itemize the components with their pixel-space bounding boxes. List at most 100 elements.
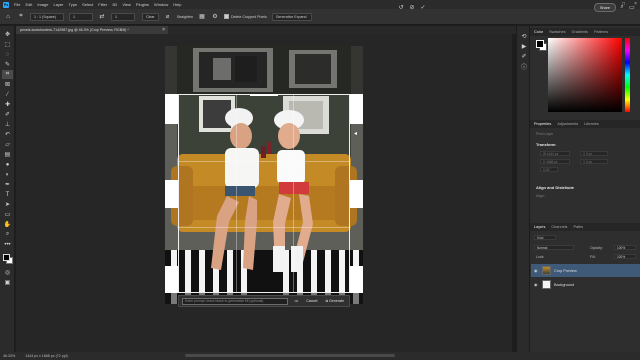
hue-slider[interactable] <box>625 38 630 112</box>
crop-handle-top-left[interactable] <box>165 94 178 124</box>
zoom-level[interactable]: 46.33% <box>3 354 15 358</box>
commit-crop-icon[interactable]: ✓ <box>419 3 427 11</box>
height-field[interactable]: 1 <box>111 12 135 21</box>
transform-height[interactable]: H 1668 px <box>540 159 570 164</box>
workspace-icon[interactable]: ▭ <box>628 3 636 11</box>
foreground-swatch[interactable] <box>536 40 544 48</box>
move-tool-icon[interactable]: ✥ <box>2 30 13 39</box>
brush-settings-icon[interactable]: ✐ <box>520 52 528 60</box>
shape-tool-icon[interactable]: ▭ <box>2 210 13 219</box>
transform-x[interactable]: X 0 px <box>580 151 608 156</box>
tab-paths[interactable]: Paths <box>573 225 583 229</box>
width-field[interactable]: 1 <box>69 12 93 21</box>
dodge-tool-icon[interactable]: ◐ <box>2 170 13 179</box>
tab-layers[interactable]: Layers <box>534 225 545 229</box>
eye-icon[interactable]: ◉ <box>534 282 539 287</box>
more-options-button[interactable]: ••• <box>292 299 300 303</box>
swap-icon[interactable]: ⇄ <box>98 13 106 21</box>
close-tab-icon[interactable]: × <box>162 27 165 33</box>
overlay-grid-icon[interactable]: ▦ <box>198 13 206 21</box>
tab-patterns[interactable]: Patterns <box>594 30 608 34</box>
opacity-field[interactable]: 100% <box>614 245 636 250</box>
quick-mask-icon[interactable]: ◎ <box>2 268 13 277</box>
blur-tool-icon[interactable]: ● <box>2 160 13 169</box>
info-icon[interactable]: ⓘ <box>520 62 528 71</box>
layer-row-background[interactable]: ◉ Background <box>531 278 640 291</box>
crop-handle-bottom-left[interactable] <box>165 266 178 293</box>
menu-3d[interactable]: 3D <box>112 2 117 7</box>
tab-libraries[interactable]: Libraries <box>584 122 599 126</box>
crop-handle-top[interactable] <box>250 94 278 96</box>
search-icon[interactable]: ⌕ <box>618 3 626 11</box>
menu-filter[interactable]: Filter <box>98 2 107 7</box>
screen-mode-icon[interactable]: ▣ <box>2 278 13 287</box>
stamp-tool-icon[interactable]: ⊥ <box>2 120 13 129</box>
menu-type[interactable]: Type <box>69 2 78 7</box>
crop-box[interactable] <box>178 94 350 293</box>
fill-field[interactable]: 100% <box>614 254 636 259</box>
crop-handle-left[interactable] <box>165 180 178 208</box>
straighten-icon[interactable]: ⌀ <box>164 13 172 21</box>
crop-handle-bottom-right[interactable] <box>350 266 363 293</box>
transform-y[interactable]: Y 0 px <box>580 159 608 164</box>
layer-row-crop-preview[interactable]: ◉ Crop Preview <box>531 264 640 277</box>
lasso-tool-icon[interactable]: ◌ <box>2 50 13 59</box>
color-field[interactable] <box>548 38 622 112</box>
foreground-color[interactable] <box>3 254 10 261</box>
menu-file[interactable]: File <box>14 2 20 7</box>
cancel-button[interactable]: Cancel <box>304 299 319 303</box>
blend-mode-select[interactable]: Normal <box>534 245 574 250</box>
generate-button[interactable]: ⧉ Generate <box>323 299 346 303</box>
type-tool-icon[interactable]: T <box>2 190 13 199</box>
transform-title[interactable]: Transform <box>536 142 556 147</box>
marquee-tool-icon[interactable]: ⬚ <box>2 40 13 49</box>
gradient-tool-icon[interactable]: ▤ <box>2 150 13 159</box>
tab-properties[interactable]: Properties <box>534 122 551 126</box>
crop-handle-top-right[interactable] <box>350 94 363 124</box>
eraser-tool-icon[interactable]: ▱ <box>2 140 13 149</box>
fill-mode-select[interactable]: Generative Expand <box>271 12 312 21</box>
crop-handle-right[interactable] <box>350 180 363 208</box>
zoom-tool-icon[interactable]: ⌕ <box>2 230 13 239</box>
path-select-icon[interactable]: ➤ <box>2 200 13 209</box>
prompt-input[interactable]: Enter prompt, leave blank to generative … <box>182 297 289 305</box>
cancel-crop-icon[interactable]: ⊘ <box>408 3 416 11</box>
document-dimensions[interactable]: 1444 px x 1668 px (72 ppi) <box>25 354 68 358</box>
menu-image[interactable]: Image <box>37 2 48 7</box>
straighten-label[interactable]: Straighten <box>177 15 193 19</box>
menu-select[interactable]: Select <box>82 2 93 7</box>
actions-icon[interactable]: ▶ <box>520 42 528 50</box>
history-brush-icon[interactable]: ↶ <box>2 130 13 139</box>
gear-icon[interactable]: ⚙ <box>211 13 219 21</box>
quick-select-tool-icon[interactable]: ✎ <box>2 60 13 69</box>
history-icon[interactable]: ⟲ <box>520 32 528 40</box>
tab-color[interactable]: Color <box>534 30 543 34</box>
layer-filter-kind[interactable]: Kind <box>534 235 556 240</box>
transform-angle[interactable]: 0.00° <box>540 167 558 172</box>
share-button[interactable]: Share <box>593 3 616 12</box>
menu-view[interactable]: View <box>122 2 131 7</box>
delete-cropped-checkbox[interactable]: Delete Cropped Pixels <box>223 14 267 19</box>
menu-edit[interactable]: Edit <box>25 2 32 7</box>
transform-width[interactable]: W 1444 px <box>540 151 570 156</box>
crop-tool-icon[interactable]: ⌗ <box>17 13 25 21</box>
brush-tool-icon[interactable]: ✐ <box>2 110 13 119</box>
reset-icon[interactable]: ↺ <box>397 3 405 11</box>
tab-adjustments[interactable]: Adjustments <box>557 122 578 126</box>
home-icon[interactable]: ⌂ <box>4 13 12 21</box>
tab-gradients[interactable]: Gradients <box>572 30 588 34</box>
align-title[interactable]: Align and Distribute <box>536 185 574 190</box>
eye-icon[interactable]: ◉ <box>534 268 539 273</box>
healing-tool-icon[interactable]: ✚ <box>2 100 13 109</box>
clear-button[interactable]: Clear <box>142 12 159 21</box>
horizontal-scrollbar[interactable] <box>185 354 395 357</box>
menu-layer[interactable]: Layer <box>53 2 63 7</box>
crop-tool-icon[interactable]: ⌗ <box>2 70 13 79</box>
menu-window[interactable]: Window <box>154 2 168 7</box>
tab-swatches[interactable]: Swatches <box>549 30 565 34</box>
menu-plugins[interactable]: Plugins <box>136 2 149 7</box>
menu-help[interactable]: Help <box>173 2 181 7</box>
ratio-select[interactable]: 1 : 1 (Square) <box>30 12 64 21</box>
tab-channels[interactable]: Channels <box>551 225 567 229</box>
eyedropper-tool-icon[interactable]: ⁄ <box>2 90 13 99</box>
